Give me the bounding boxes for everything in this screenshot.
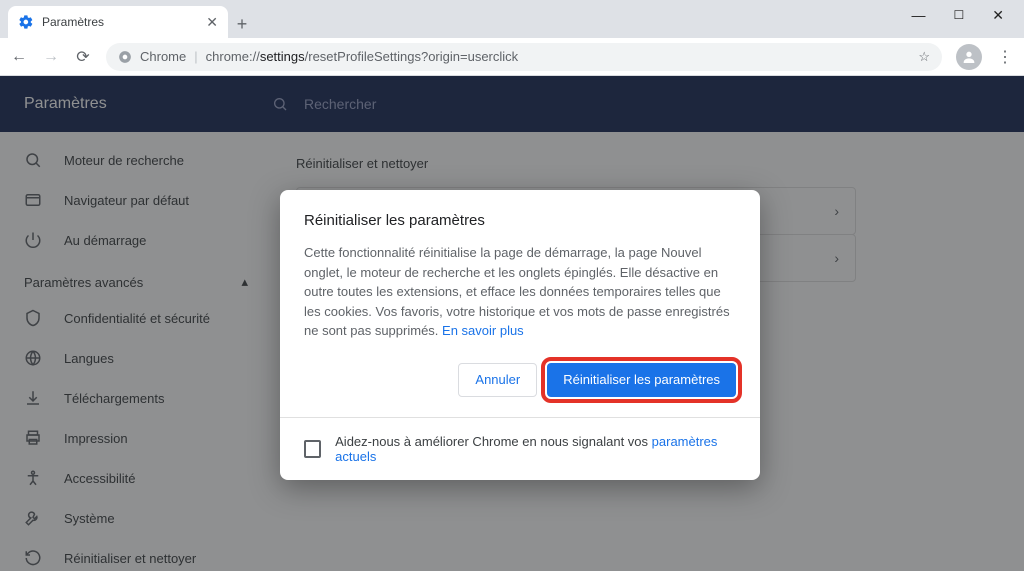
chrome-icon [118, 50, 132, 64]
close-window-button[interactable]: ✕ [992, 7, 1004, 24]
reset-dialog: Réinitialiser les paramètres Cette fonct… [280, 190, 760, 480]
browser-tab[interactable]: Paramètres ✕ [8, 6, 228, 38]
dialog-footer-text: Aidez-nous à améliorer Chrome en nous si… [335, 434, 736, 464]
menu-icon[interactable]: ⋮ [996, 47, 1014, 67]
gear-icon [18, 14, 34, 30]
url-text: chrome://settings/resetProfileSettings?o… [206, 49, 519, 64]
forward-button[interactable]: → [42, 48, 60, 66]
minimize-button[interactable]: — [912, 7, 926, 23]
profile-avatar[interactable] [956, 44, 982, 70]
new-tab-button[interactable]: + [228, 10, 256, 38]
bookmark-icon[interactable]: ☆ [918, 49, 930, 65]
browser-toolbar: ← → ⟳ Chrome | chrome://settings/resetPr… [0, 38, 1024, 76]
dialog-body-text: Cette fonctionnalité réinitialise la pag… [304, 243, 736, 341]
origin-label: Chrome [140, 49, 186, 64]
maximize-button[interactable]: ☐ [954, 8, 965, 22]
back-button[interactable]: ← [10, 48, 28, 66]
report-checkbox[interactable] [304, 440, 321, 458]
tab-strip: Paramètres ✕ + [0, 0, 1024, 38]
address-bar[interactable]: Chrome | chrome://settings/resetProfileS… [106, 43, 942, 71]
cancel-button[interactable]: Annuler [458, 363, 537, 397]
reload-button[interactable]: ⟳ [74, 47, 92, 67]
close-tab-icon[interactable]: ✕ [206, 14, 218, 31]
tab-title: Paramètres [42, 15, 104, 29]
dialog-title: Réinitialiser les paramètres [304, 212, 736, 229]
separator: | [194, 49, 197, 64]
learn-more-link[interactable]: En savoir plus [442, 323, 524, 338]
reset-confirm-button[interactable]: Réinitialiser les paramètres [547, 363, 736, 397]
